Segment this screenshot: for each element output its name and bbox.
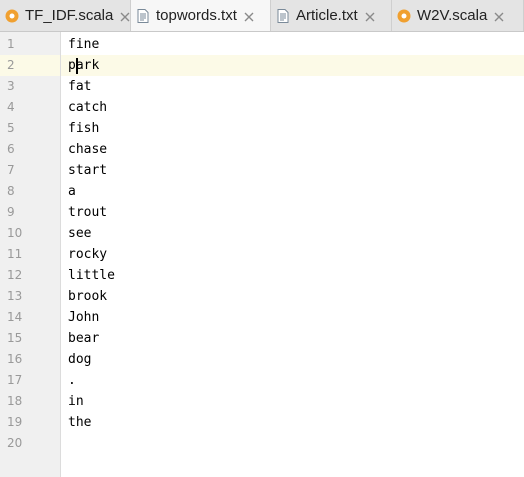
editor-line[interactable]: dog	[68, 349, 91, 370]
line-number: 11	[7, 247, 23, 261]
line-number: 8	[7, 184, 15, 198]
editor-line[interactable]: park	[68, 55, 99, 76]
editor-line[interactable]: a	[68, 181, 76, 202]
line-number: 5	[7, 121, 15, 135]
tab-label: W2V.scala	[417, 7, 488, 24]
close-icon[interactable]	[119, 10, 131, 22]
editor-line[interactable]: see	[68, 223, 91, 244]
line-number: 1	[7, 37, 15, 51]
line-number: 2	[7, 58, 15, 72]
tab-tf-idf-scala[interactable]: TF_IDF.scala	[0, 0, 131, 31]
text-editor[interactable]: 1 2 3 4 5 6 7 8 9 10 11 12 13 14 15 16 17 18 19 20 fine park…	[0, 32, 524, 477]
editor-line[interactable]: chase	[68, 139, 107, 160]
editor-line[interactable]: in	[68, 391, 84, 412]
tab-label: TF_IDF.scala	[25, 7, 114, 24]
line-number: 6	[7, 142, 15, 156]
current-line-highlight	[61, 55, 524, 76]
line-number: 15	[7, 331, 23, 345]
editor-line[interactable]: fish	[68, 118, 99, 139]
line-number: 10	[7, 226, 23, 240]
editor-line[interactable]: start	[68, 160, 107, 181]
close-icon[interactable]	[493, 10, 505, 22]
editor-line[interactable]: .	[68, 370, 76, 391]
editor-content-area[interactable]	[61, 32, 524, 477]
scala-object-icon	[396, 8, 412, 24]
line-number: 9	[7, 205, 15, 219]
line-number: 7	[7, 163, 15, 177]
editor-line[interactable]: trout	[68, 202, 107, 223]
editor-line[interactable]: John	[68, 307, 99, 328]
line-number: 12	[7, 268, 23, 282]
scala-object-icon	[4, 8, 20, 24]
tab-label: Article.txt	[296, 7, 358, 24]
editor-line[interactable]: rocky	[68, 244, 107, 265]
tab-topwords-txt[interactable]: topwords.txt	[131, 0, 271, 31]
line-number: 14	[7, 310, 23, 324]
line-number: 4	[7, 100, 15, 114]
close-icon[interactable]	[364, 10, 376, 22]
editor-line[interactable]: little	[68, 265, 115, 286]
text-file-icon	[275, 8, 291, 24]
editor-line[interactable]: the	[68, 412, 91, 433]
line-number: 20	[7, 436, 23, 450]
editor-tab-bar: TF_IDF.scala topwords.txt Article.txt W2…	[0, 0, 524, 32]
line-number: 18	[7, 394, 23, 408]
text-file-icon	[135, 8, 151, 24]
text-caret	[76, 58, 78, 74]
line-number: 19	[7, 415, 23, 429]
tab-label: topwords.txt	[156, 7, 237, 24]
close-icon[interactable]	[243, 10, 255, 22]
line-number: 16	[7, 352, 23, 366]
line-number: 3	[7, 79, 15, 93]
line-number: 17	[7, 373, 23, 387]
editor-line[interactable]: brook	[68, 286, 107, 307]
editor-window: TF_IDF.scala topwords.txt Article.txt W2…	[0, 0, 524, 477]
editor-line[interactable]: fine	[68, 34, 99, 55]
tab-w2v-scala[interactable]: W2V.scala	[392, 0, 524, 31]
editor-line[interactable]: bear	[68, 328, 99, 349]
tab-article-txt[interactable]: Article.txt	[271, 0, 392, 31]
editor-line[interactable]: fat	[68, 76, 91, 97]
editor-line[interactable]: catch	[68, 97, 107, 118]
line-number: 13	[7, 289, 23, 303]
